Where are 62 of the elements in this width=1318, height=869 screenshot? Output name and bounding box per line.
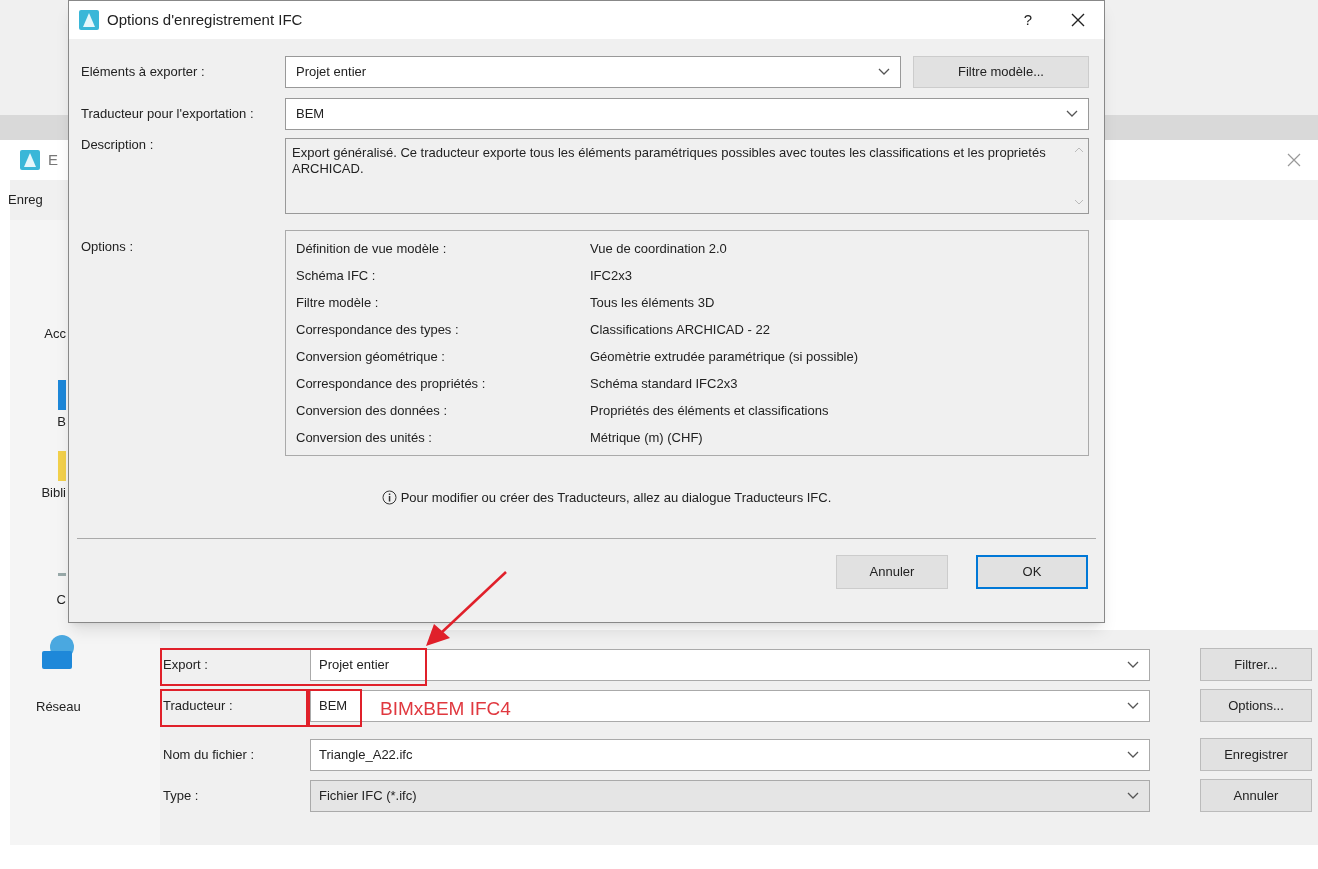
option-value: Géomètrie extrudée paramétrique (si possible): [590, 347, 859, 366]
dialog-button[interactable]: OK: [976, 554, 1088, 589]
option-value: Schéma standard IFC2x3: [590, 374, 738, 393]
app-logo-icon: [79, 10, 99, 30]
combo-box[interactable]: BEM: [285, 98, 1089, 130]
close-icon: [1286, 152, 1302, 168]
combo-box[interactable]: Projet entier: [285, 56, 901, 88]
option-value: IFC2x3: [590, 266, 632, 285]
info-text: Pour modifier ou créer des Traducteurs, allez au dialogue Traducteurs IFC.: [400, 489, 832, 507]
option-value: Classifications ARCHICAD - 22: [590, 320, 770, 339]
action-button[interactable]: Annuler: [1200, 779, 1312, 812]
field-label: Traducteur :: [163, 696, 233, 715]
sidebar-item[interactable]: Réseau: [36, 697, 81, 717]
option-name: Correspondance des propriétés :: [296, 374, 487, 393]
option-name: Conversion des données :: [296, 401, 449, 420]
field-label: Nom du fichier :: [163, 745, 255, 764]
option-name: Correspondance des types :: [296, 320, 460, 339]
chevron-down-icon: [1127, 750, 1139, 759]
chevron-down-icon: [1127, 701, 1139, 710]
close-icon: [1070, 12, 1086, 28]
info-icon: [381, 490, 397, 506]
sidebar-item: Acc: [44, 325, 66, 343]
help-button[interactable]: ?: [1023, 8, 1032, 32]
network-icon: [42, 635, 75, 669]
combo-box[interactable]: Fichier IFC (*.ifc): [310, 779, 1150, 812]
action-button[interactable]: Filtrer...: [1200, 648, 1312, 681]
sidebar-item[interactable]: C: [56, 589, 66, 609]
chevron-down-icon: [878, 68, 890, 76]
filter-button[interactable]: Filtre modèle...: [913, 56, 1089, 88]
scroll-up-icon: [1074, 147, 1084, 153]
field-label: Description :: [81, 138, 155, 152]
option-name: Définition de vue modèle :: [296, 239, 448, 258]
combo-box[interactable]: Triangle_A22.ifc: [310, 738, 1150, 771]
field-label: Traducteur pour l'exportation :: [81, 107, 255, 121]
sidebar-item[interactable]: Bibli: [41, 483, 66, 503]
scroll-down-icon: [1074, 199, 1084, 205]
annotation-note: BIMxBEM IFC4: [380, 697, 511, 721]
sidebar-item[interactable]: B: [57, 411, 66, 431]
option-name: Conversion géométrique :: [296, 347, 446, 366]
chevron-down-icon: [1066, 110, 1078, 118]
combo-box[interactable]: Projet entier: [310, 648, 1150, 681]
option-name: Schéma IFC :: [296, 266, 377, 285]
field-label: Type :: [163, 786, 199, 805]
chevron-down-icon: [1127, 791, 1139, 800]
option-name: Conversion des unités :: [296, 428, 433, 447]
option-value: Vue de coordination 2.0: [590, 239, 727, 258]
field-label: Eléments à exporter :: [81, 65, 206, 79]
field-label: Export :: [163, 655, 208, 674]
app-logo-icon: [20, 150, 40, 170]
option-value: Propriétés des éléments et classifications: [590, 401, 829, 420]
action-button[interactable]: Enregistrer: [1200, 738, 1312, 771]
chevron-down-icon: [1127, 660, 1139, 669]
option-value: Métrique (m) (CHF): [590, 428, 703, 447]
description-box: Export généralisé. Ce traducteur exporte tous les éléments paramétriques possibles avec toutes les classifications et les proprietés ARCHICAD.: [285, 138, 1089, 214]
option-name: Filtre modèle :: [296, 293, 380, 312]
field-label: Options :: [81, 238, 135, 254]
window-title: E: [48, 149, 58, 170]
option-value: Tous les éléments 3D: [590, 293, 715, 312]
action-button[interactable]: Options...: [1200, 689, 1312, 722]
dialog-button[interactable]: Annuler: [836, 554, 948, 589]
dialog-title: Options d'enregistrement IFC: [107, 9, 304, 30]
toolbar-label: Enreg: [8, 191, 43, 210]
